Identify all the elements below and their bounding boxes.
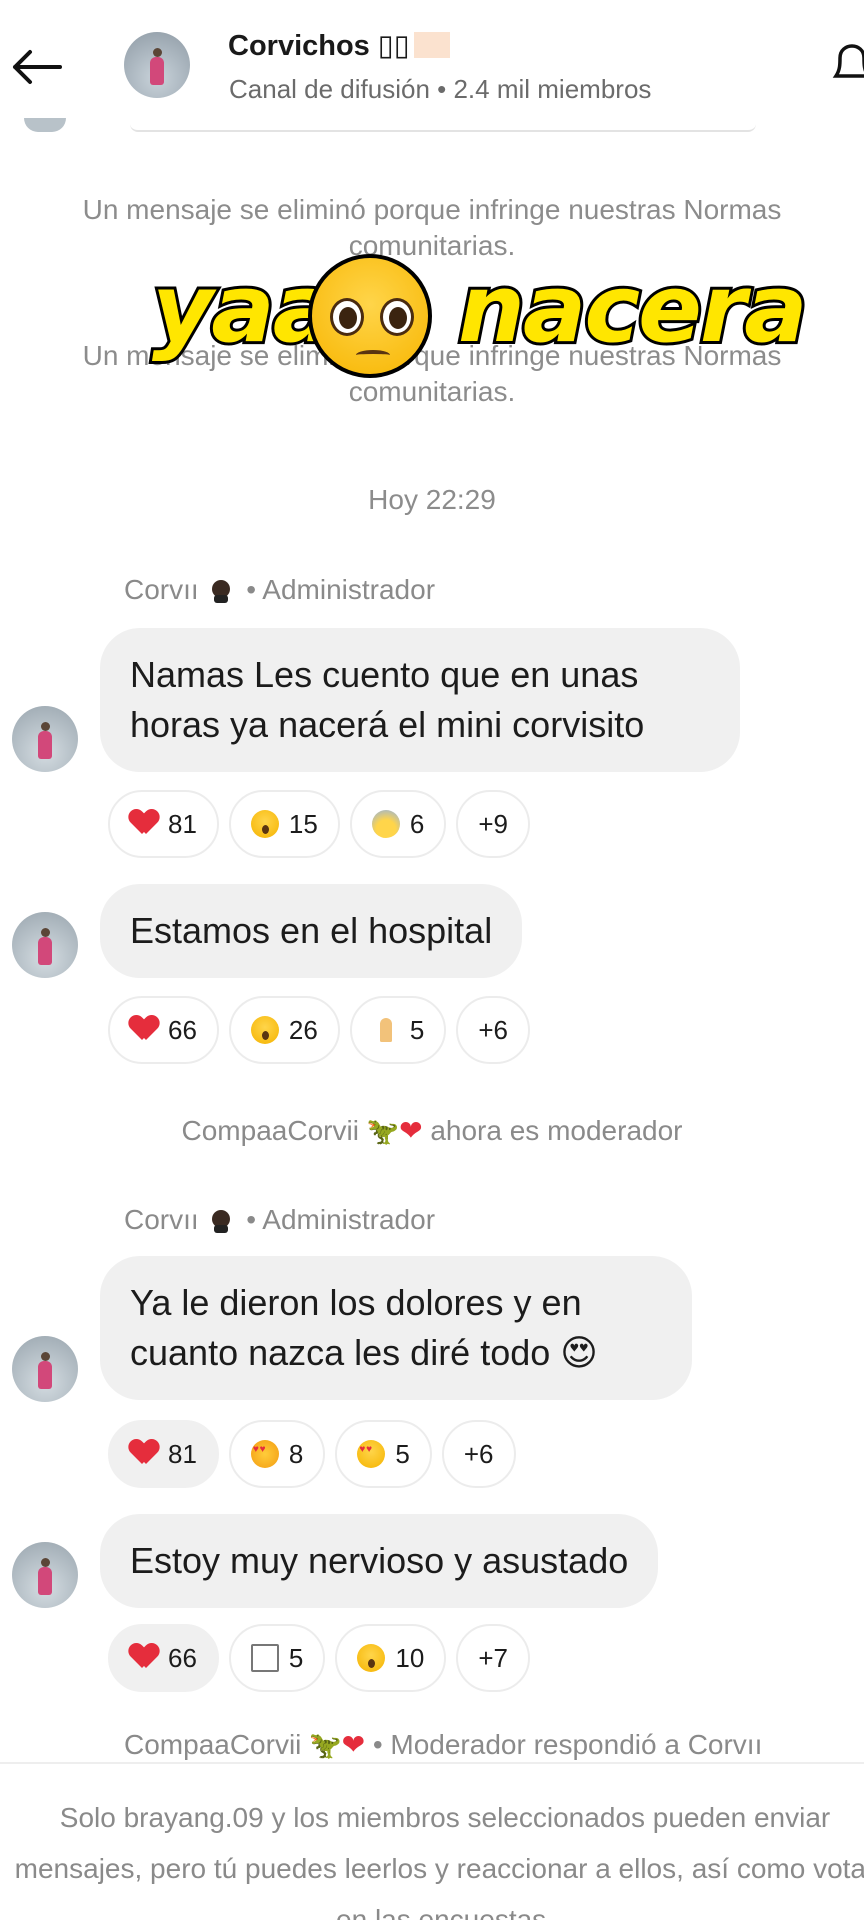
dinosaur-icon: 🦖 <box>309 1730 342 1760</box>
reaction-chip-more[interactable]: +9 <box>456 790 530 858</box>
detective-emoji-icon <box>212 1210 231 1233</box>
missing-glyph-icon <box>250 1644 279 1672</box>
tofu-emoji-icon <box>413 32 450 58</box>
reaction-chip-love[interactable]: 5 <box>335 1420 432 1488</box>
broadcast-footer: Solo brayang.09 y los miembros seleccion… <box>0 1762 864 1920</box>
reaction-chip-wow[interactable]: 15 <box>228 790 340 858</box>
avatar[interactable] <box>12 706 78 772</box>
red-heart-icon: ❤ <box>341 1729 366 1760</box>
fearful-face-icon <box>371 810 400 838</box>
red-heart-icon <box>130 1440 158 1468</box>
praying-hands-icon <box>372 1016 400 1044</box>
avatar-peek <box>24 118 66 132</box>
reaction-chip-wow[interactable]: 10 <box>335 1624 447 1692</box>
caption-text-left: yaa <box>149 252 339 367</box>
back-button[interactable] <box>8 44 64 90</box>
reaction-chip-heart[interactable]: 66 <box>108 1624 219 1692</box>
reaction-chip-heart[interactable]: 81 <box>108 1420 219 1488</box>
surprised-face-icon <box>250 810 279 838</box>
channel-header: Corvichos ▯▯ Canal de difusión • 2.4 mil… <box>0 0 864 118</box>
pleading-face-icon <box>308 254 432 378</box>
avatar[interactable] <box>12 1542 78 1608</box>
flag-icon: ▯▯ <box>377 30 410 62</box>
reaction-chip-pray[interactable]: 5 <box>349 996 447 1064</box>
sender-name[interactable]: Corvıı <box>124 574 199 605</box>
red-heart-icon <box>130 810 158 838</box>
message-bubble[interactable]: Estoy muy nervioso y asustado <box>100 1514 659 1608</box>
detective-emoji-icon <box>212 580 231 603</box>
red-heart-icon: ❤ <box>399 1115 423 1146</box>
sender-line: Corvıı • Administrador <box>124 1204 435 1236</box>
red-heart-icon <box>130 1644 158 1672</box>
sender-role: • Administrador <box>246 1204 436 1235</box>
reaction-chip-heart[interactable]: 81 <box>108 790 219 858</box>
date-separator: Hoy 22:29 <box>368 484 496 515</box>
surprised-face-icon <box>357 1644 386 1672</box>
message-bubble[interactable]: Ya le dieron los dolores y en cuanto naz… <box>100 1256 692 1400</box>
reaction-bar: 66 26 5 +6 <box>108 996 530 1064</box>
red-heart-icon <box>130 1016 158 1044</box>
message-bubble[interactable]: Estamos en el hospital <box>100 884 523 978</box>
previous-bubble-edge <box>130 124 756 132</box>
avatar[interactable] <box>12 912 78 978</box>
bell-icon <box>832 44 864 78</box>
reaction-bar: 81 15 6 +9 <box>108 790 530 858</box>
sender-role: • Administrador <box>246 574 436 605</box>
channel-avatar[interactable] <box>124 32 190 98</box>
sender-name[interactable]: Corvıı <box>124 1204 199 1235</box>
reaction-chip-more[interactable]: +7 <box>456 1624 530 1692</box>
channel-subtitle: Canal de difusión • 2.4 mil miembros <box>229 74 652 104</box>
heart-eyes-face-icon <box>357 1440 386 1468</box>
reaction-chip-more[interactable]: +6 <box>456 996 530 1064</box>
surprised-face-icon <box>250 1016 279 1044</box>
heart-eyes-cat-icon <box>250 1440 279 1468</box>
reaction-chip-heart[interactable]: 66 <box>108 996 219 1064</box>
moderator-system-note: CompaaCorvii 🦖❤ ahora es moderador <box>181 1115 683 1146</box>
reaction-chip-cat[interactable]: 8 <box>228 1420 326 1488</box>
message-bubble[interactable]: Namas Les cuento que en unas horas ya na… <box>100 628 740 772</box>
channel-title[interactable]: Corvichos ▯▯ <box>228 28 450 63</box>
dinosaur-icon: 🦖 <box>366 1116 400 1146</box>
reaction-chip-fear[interactable]: 6 <box>349 790 447 858</box>
video-caption-overlay: yaa nacera <box>149 250 811 380</box>
reaction-bar: 66 5 10 +7 <box>108 1624 530 1692</box>
reaction-chip-wow[interactable]: 26 <box>228 996 340 1064</box>
avatar[interactable] <box>12 1336 78 1402</box>
reply-system-note: CompaaCorvii 🦖❤ • Moderador respondió a … <box>124 1729 763 1760</box>
reaction-chip-more[interactable]: +6 <box>441 1420 516 1488</box>
reaction-chip-unknown[interactable]: 5 <box>228 1624 326 1692</box>
reaction-bar: 81 8 5 +6 <box>108 1420 516 1488</box>
caption-text-right: nacera <box>455 252 811 367</box>
notification-bell-button[interactable] <box>830 40 864 90</box>
arrow-left-icon <box>13 50 62 84</box>
footer-info-text: Solo brayang.09 y los miembros seleccion… <box>14 1802 864 1920</box>
sender-line: Corvıı • Administrador <box>124 574 435 606</box>
